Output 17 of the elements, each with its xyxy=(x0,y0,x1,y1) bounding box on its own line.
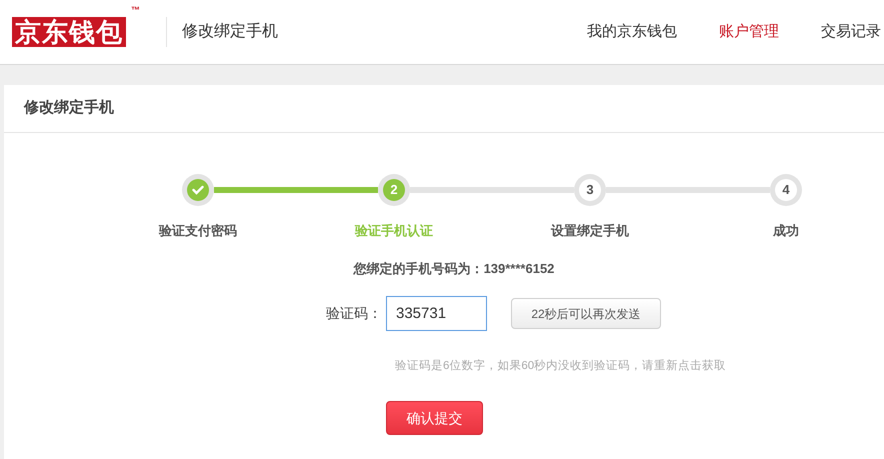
check-icon xyxy=(192,185,204,195)
nav-link[interactable]: 我的京东钱包 xyxy=(587,20,677,44)
phone-number-text: 您绑定的手机号码为：139****6152 xyxy=(354,260,554,278)
page-title: 修改绑定手机 xyxy=(182,22,278,42)
field-label: 验证码： xyxy=(325,304,382,323)
card-title: 修改绑定手机 xyxy=(24,98,114,118)
step-label: 验证手机认证 xyxy=(355,222,433,240)
nav-link[interactable]: 账户管理 xyxy=(719,20,779,44)
step-label: 成功 xyxy=(773,222,799,240)
hint-text: 验证码是6位数字，如果60秒内没收到验证码，请重新点击获取 xyxy=(395,360,726,372)
submit-button[interactable]: 确认提交 xyxy=(386,401,483,435)
step-label: 设置绑定手机 xyxy=(551,222,629,240)
trademark-mark: ™ xyxy=(131,4,140,17)
logo[interactable]: 京东钱包 xyxy=(12,17,126,47)
nav-link[interactable]: 交易记录 xyxy=(821,20,881,44)
code-input-field[interactable]: 335731 xyxy=(386,296,487,331)
step-label: 验证支付密码 xyxy=(159,222,237,240)
